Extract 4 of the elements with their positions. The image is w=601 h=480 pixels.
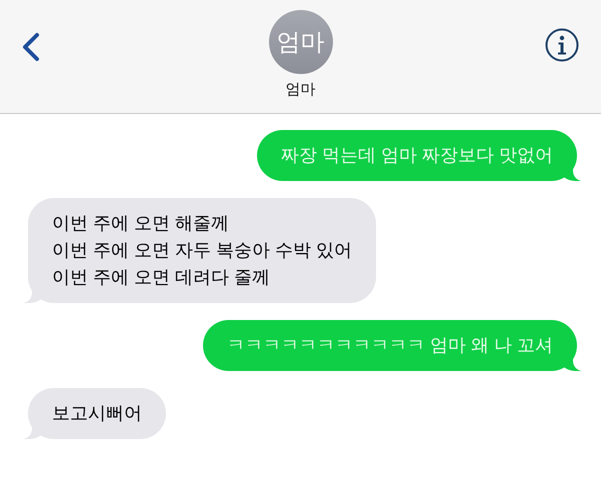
info-icon[interactable]: [545, 28, 579, 62]
contact-avatar[interactable]: 엄마: [268, 10, 332, 74]
contact-name: 엄마: [286, 80, 316, 99]
back-icon[interactable]: [20, 32, 42, 62]
